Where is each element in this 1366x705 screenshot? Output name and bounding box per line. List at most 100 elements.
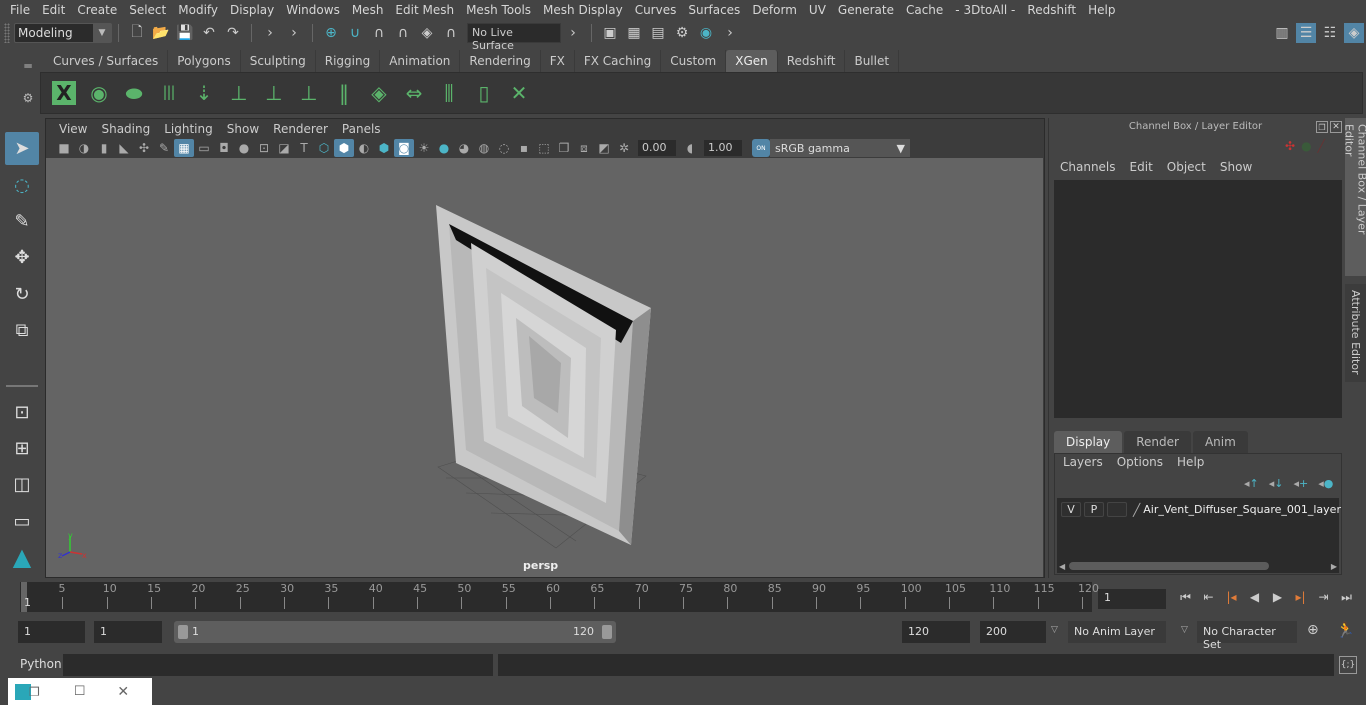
side-tab-channel-box[interactable]: Channel Box / Layer Editor (1343, 118, 1366, 276)
modeling-toolkit-icon[interactable]: ▥ (1272, 23, 1292, 43)
layer-tab-render[interactable]: Render (1124, 431, 1191, 453)
scroll-left-icon[interactable]: ◀ (1059, 562, 1065, 571)
chevron-down-icon[interactable]: ▽ (1051, 625, 1058, 635)
panel-menu-view[interactable]: View (52, 122, 94, 136)
layer-visibility-toggle[interactable]: V (1061, 502, 1081, 517)
menu-file[interactable]: File (4, 3, 36, 17)
scrollbar-thumb[interactable] (1069, 562, 1270, 570)
shelf-tab-rendering[interactable]: Rendering (460, 50, 541, 72)
speed-icon[interactable]: ● (1301, 139, 1311, 153)
menu-edit-mesh[interactable]: Edit Mesh (389, 3, 460, 17)
collapse-arrow-icon[interactable]: › (720, 23, 740, 43)
channel-box-toggle-icon[interactable]: ◈ (1344, 23, 1364, 43)
paint-select-tool-icon[interactable]: ✎ (5, 205, 39, 238)
gate-mask-icon[interactable]: ● (234, 139, 254, 157)
xgen-add-guide-icon[interactable]: ⊥ (224, 77, 254, 109)
menu-edit[interactable]: Edit (36, 3, 71, 17)
snap-magnet-icon[interactable]: ∩ (441, 23, 461, 43)
step-back-key-icon[interactable]: |◂ (1220, 587, 1243, 607)
camera-icon[interactable]: ■ (54, 139, 74, 157)
menu-mesh-tools[interactable]: Mesh Tools (460, 3, 537, 17)
snap-grid-icon[interactable]: ⊕ (321, 23, 341, 43)
manipulator-icon[interactable]: ✣ (1285, 139, 1295, 153)
layer-scrollbar[interactable]: ◀ ▶ (1059, 560, 1337, 572)
step-back-frame-icon[interactable]: ⇤ (1197, 587, 1220, 607)
anti-aliasing-icon[interactable]: ◌ (494, 139, 514, 157)
xgen-bounding-icon[interactable]: ▯ (469, 77, 499, 109)
safe-title-icon[interactable]: T (294, 139, 314, 157)
shadows-icon[interactable]: ● (434, 139, 454, 157)
four-pane-layout-icon[interactable]: ⊞ (5, 432, 39, 465)
new-empty-layer-icon[interactable]: ◂+ (1294, 477, 1309, 490)
step-forward-key-icon[interactable]: ▸| (1289, 587, 1312, 607)
menu-create[interactable]: Create (71, 3, 123, 17)
shelf-tab-polygons[interactable]: Polygons (168, 50, 241, 72)
render-view-icon[interactable]: ▣ (600, 23, 620, 43)
grease-pencil-icon[interactable]: ✎ (154, 139, 174, 157)
cb-menu-channels[interactable]: Channels (1053, 160, 1123, 174)
menu-curves[interactable]: Curves (629, 3, 683, 17)
xgen-description-editor-icon[interactable]: X (49, 77, 79, 109)
script-editor-icon[interactable]: {;} (1339, 656, 1357, 674)
panel-menu-lighting[interactable]: Lighting (157, 122, 220, 136)
single-pane-layout-icon[interactable]: ⊡ (5, 395, 39, 428)
menu-select[interactable]: Select (123, 3, 172, 17)
shelf-tab-fx-caching[interactable]: FX Caching (574, 50, 662, 72)
rotate-tool-icon[interactable]: ↻ (5, 277, 39, 310)
layer-menu-help[interactable]: Help (1170, 455, 1211, 469)
menu-windows[interactable]: Windows (280, 3, 346, 17)
menu-mesh[interactable]: Mesh (346, 3, 390, 17)
layer-display-type-toggle[interactable] (1107, 502, 1127, 517)
shelf-tab-bullet[interactable]: Bullet (845, 50, 900, 72)
image-plane-icon[interactable]: ◣ (114, 139, 134, 157)
menu-help[interactable]: Help (1082, 3, 1121, 17)
layer-menu-options[interactable]: Options (1110, 455, 1170, 469)
layer-row[interactable]: V P ╱ Air_Vent_Diffuser_Square_001_layer (1061, 502, 1341, 517)
use-all-lights-icon[interactable]: ☀ (414, 139, 434, 157)
menu-surfaces[interactable]: Surfaces (682, 3, 746, 17)
shelf-settings-icon[interactable]: ⚙ (23, 91, 34, 105)
safe-action-icon[interactable]: ◪ (274, 139, 294, 157)
render-settings-icon[interactable]: ⚙ (672, 23, 692, 43)
motion-blur-icon[interactable]: ◍ (474, 139, 494, 157)
playback-end-field[interactable]: 120 (902, 621, 970, 643)
outliner-layout-icon[interactable]: ▭ (5, 504, 39, 537)
layer-menu-layers[interactable]: Layers (1056, 455, 1110, 469)
menu-deform[interactable]: Deform (746, 3, 803, 17)
grip-handle[interactable] (4, 23, 10, 43)
screen-space-ao-icon[interactable]: ◕ (454, 139, 474, 157)
play-forwards-icon[interactable]: ▶ (1266, 587, 1289, 607)
bookmark-icon[interactable]: ▮ (94, 139, 114, 157)
hyperbolic-icon[interactable]: ╱ (1318, 139, 1325, 153)
menu-cache[interactable]: Cache (900, 3, 949, 17)
tool-settings-toggle-icon[interactable]: ☷ (1320, 23, 1340, 43)
shelf-tab-curves-surfaces[interactable]: Curves / Surfaces (44, 50, 169, 72)
snap-curve-icon[interactable]: ∪ (345, 23, 365, 43)
chevron-down-icon[interactable]: ▽ (1181, 625, 1188, 635)
xgen-show-guides-icon[interactable]: ⊥ (259, 77, 289, 109)
animation-preferences-icon[interactable]: 🏃 (1336, 621, 1355, 639)
layer-name[interactable]: Air_Vent_Diffuser_Square_001_layer (1143, 503, 1341, 516)
xgen-split-guides-icon[interactable]: ‖ (329, 77, 359, 109)
panel-menu-shading[interactable]: Shading (94, 122, 157, 136)
xgen-add-guides-icon[interactable]: ꔖ (154, 77, 184, 109)
xgen-sculpt-guides-icon[interactable]: ⇔ (399, 77, 429, 109)
redo-icon[interactable]: ↷ (223, 23, 243, 43)
collapse-arrow-icon[interactable]: › (284, 23, 304, 43)
xgen-preview-icon[interactable]: ◉ (84, 77, 114, 109)
ipr-render-icon[interactable]: ▤ (648, 23, 668, 43)
side-tab-attribute-editor[interactable]: Attribute Editor (1345, 284, 1366, 382)
grid-icon[interactable]: ▦ (174, 139, 194, 157)
menu-uv[interactable]: UV (803, 3, 832, 17)
xray-joints-icon[interactable]: ⧈ (574, 139, 594, 157)
current-frame-field[interactable]: 1 (1098, 589, 1166, 609)
wireframe-on-shaded-icon[interactable]: ⬢ (374, 139, 394, 157)
mode-selector[interactable]: Modeling ▼ (14, 23, 112, 43)
layer-tab-display[interactable]: Display (1054, 431, 1123, 453)
move-layer-up-icon[interactable]: ◂↑ (1244, 477, 1259, 490)
open-scene-icon[interactable]: 📂 (151, 23, 171, 43)
hypershade-icon[interactable]: ◉ (696, 23, 716, 43)
range-end-handle[interactable] (602, 625, 612, 639)
menu-modify[interactable]: Modify (172, 3, 224, 17)
color-space-select[interactable]: sRGB gamma ▼ (770, 139, 910, 157)
